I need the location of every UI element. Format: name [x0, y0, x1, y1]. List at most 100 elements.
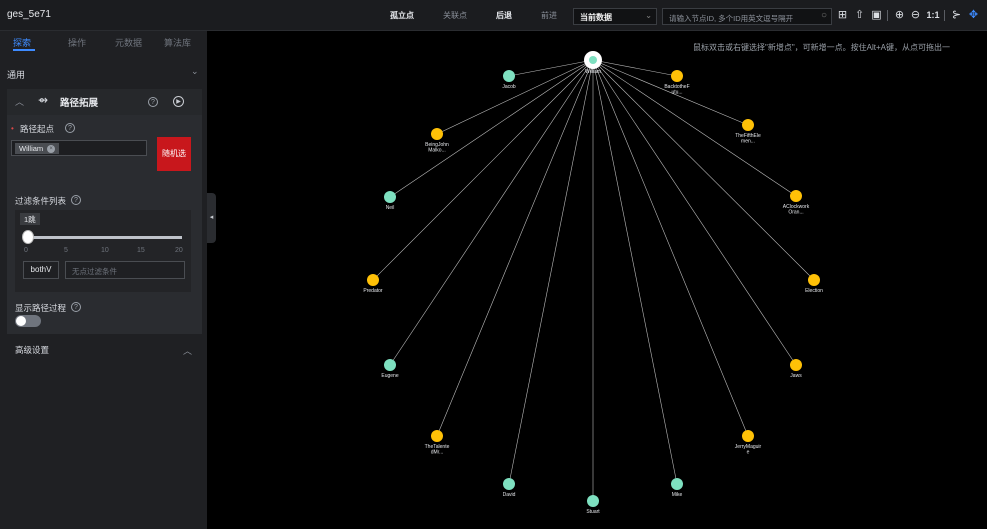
zoom-out-icon[interactable]: ⊖ [909, 8, 922, 22]
path-expand-title: 路径拓展 [60, 98, 99, 109]
graph-node-label: Neil [386, 205, 395, 211]
condition-input[interactable]: 无点过滤条件 [65, 261, 185, 279]
graph-node-label: Election [805, 288, 823, 294]
left-panel: 探索 操作 元数据 算法库 通用 ⌄ ︿ ⇴ 路径拓展 ? ▶ • 路径起点 ?… [0, 31, 207, 529]
panel-tabs: 探索 操作 元数据 算法库 [0, 31, 207, 51]
random-select-button[interactable]: 随机选 [157, 137, 191, 171]
hop-count-badge: 1跳 [20, 213, 40, 225]
required-mark: • [11, 124, 14, 133]
graph-node[interactable] [384, 191, 396, 203]
canvas-hint: 鼠标双击或右键选择"新增点"，可新增一点。按住Alt+A键，从点可拖出一 [693, 43, 951, 52]
graph-canvas[interactable]: Jacob BacktotheF utu... BeingJohn Malko... Th… [216, 31, 987, 529]
graph-node[interactable] [431, 430, 443, 442]
graph-edge[interactable] [436, 59, 594, 135]
path-expand-header[interactable]: ︿ ⇴ 路径拓展 ? ▶ [7, 89, 202, 115]
graph-edge[interactable] [389, 59, 594, 198]
focus-icon[interactable]: ✥ [967, 8, 980, 22]
remove-tag-icon[interactable]: × [47, 145, 56, 154]
forward-button[interactable]: 前进 [541, 10, 557, 21]
graph-node-label: Predator [363, 288, 383, 294]
collapse-panel-handle[interactable]: ◂ [207, 193, 216, 243]
center-node[interactable] [589, 56, 597, 64]
filter-list-label: 过滤条件列表 [15, 196, 67, 206]
chevron-down-icon: ⌄ [645, 11, 652, 20]
graph-node-label: Mike [672, 492, 683, 498]
graph-node[interactable] [808, 274, 820, 286]
show-process-toggle[interactable] [15, 315, 41, 327]
start-node-tag: William × [15, 143, 60, 154]
back-button[interactable]: 后退 [496, 10, 512, 21]
direction-select[interactable]: bothV [23, 261, 59, 279]
slider-tick: 10 [101, 247, 109, 254]
screen-icon[interactable]: ▣ [870, 8, 883, 22]
graph-node-label: dMr... [431, 450, 444, 456]
app-title: ges_5e71 [7, 9, 51, 20]
search-placeholder: 请输入节点ID, 多个ID用英文逗号隔开 [669, 14, 794, 23]
chevron-down-icon[interactable]: ⌄ [191, 66, 199, 77]
graph-node[interactable] [671, 70, 683, 82]
export-icon[interactable]: ⇧ [853, 8, 866, 22]
start-label: 路径起点 [20, 124, 55, 134]
graph-edge[interactable] [592, 59, 815, 281]
help-icon[interactable]: ? [65, 123, 75, 133]
graph-node-label: men... [741, 139, 755, 145]
path-expand-icon: ⇴ [38, 93, 49, 107]
graph-edge[interactable] [592, 59, 749, 437]
tab-explore[interactable]: 探索 [13, 36, 31, 49]
graph-node[interactable] [742, 119, 754, 131]
hop-slider-handle[interactable] [22, 230, 34, 244]
graph-node-label: Eugene [381, 373, 398, 379]
help-icon[interactable]: ? [148, 97, 158, 107]
chevron-up-icon[interactable]: ︿ [183, 344, 192, 357]
graph-node-label: e [747, 450, 750, 456]
slider-tick: 15 [137, 247, 145, 254]
ratio-button[interactable]: 1:1 [925, 8, 941, 22]
general-section-header[interactable]: 通用 ⌄ [0, 64, 207, 84]
import-icon[interactable]: ⊞ [836, 8, 849, 22]
graph-node-label: Jaws [790, 373, 802, 379]
advanced-settings-label[interactable]: 高级设置 [15, 344, 49, 356]
toggle-knob [16, 316, 26, 326]
graph-node-label: Stuart [586, 509, 600, 515]
help-icon[interactable]: ? [71, 302, 81, 312]
graph-node[interactable] [742, 430, 754, 442]
search-icon[interactable]: ○ [821, 10, 827, 21]
dataset-select[interactable]: 当前数据 ⌄ [573, 8, 657, 25]
isolated-nodes-button[interactable]: 孤立点 [390, 10, 414, 21]
slider-tick: 0 [24, 247, 28, 254]
graph-edge[interactable] [508, 59, 594, 77]
graph-node-label: Malko... [428, 148, 446, 154]
run-icon[interactable]: ▶ [173, 96, 184, 107]
graph-node[interactable] [790, 359, 802, 371]
graph-node[interactable] [790, 190, 802, 202]
active-tab-indicator [13, 49, 35, 51]
zoom-in-icon[interactable]: ⊕ [893, 8, 906, 22]
graph-node-label: Jacob [502, 84, 516, 90]
start-node-value: William [19, 144, 44, 153]
graph-edge[interactable] [592, 59, 797, 197]
graph-svg[interactable]: Jacob BacktotheFutu...BeingJohnMalko...Th… [216, 31, 987, 529]
related-nodes-button[interactable]: 关联点 [443, 10, 467, 21]
toolbar-divider [944, 10, 945, 21]
graph-edge[interactable] [372, 59, 594, 281]
graph-node[interactable] [503, 478, 515, 490]
graph-edge[interactable] [592, 59, 678, 77]
graph-node[interactable] [384, 359, 396, 371]
slider-tick: 5 [64, 247, 68, 254]
start-node-input[interactable]: William × [11, 140, 147, 156]
graph-node[interactable] [367, 274, 379, 286]
graph-node[interactable] [431, 128, 443, 140]
tab-operate[interactable]: 操作 [68, 36, 86, 49]
layout-icon[interactable]: ⊱ [950, 8, 963, 22]
tab-metadata[interactable]: 元数据 [115, 36, 142, 49]
graph-node[interactable] [671, 478, 683, 490]
graph-node[interactable] [503, 70, 515, 82]
chevron-up-icon[interactable]: ︿ [15, 95, 24, 108]
graph-node[interactable] [587, 495, 599, 507]
slider-tick: 20 [175, 247, 183, 254]
tab-algorithms[interactable]: 算法库 [164, 36, 191, 49]
help-icon[interactable]: ? [71, 195, 81, 205]
hop-slider-track[interactable] [27, 236, 182, 239]
node-search-input[interactable]: 请输入节点ID, 多个ID用英文逗号隔开 ○ [662, 8, 832, 25]
graph-edge[interactable] [436, 59, 594, 437]
